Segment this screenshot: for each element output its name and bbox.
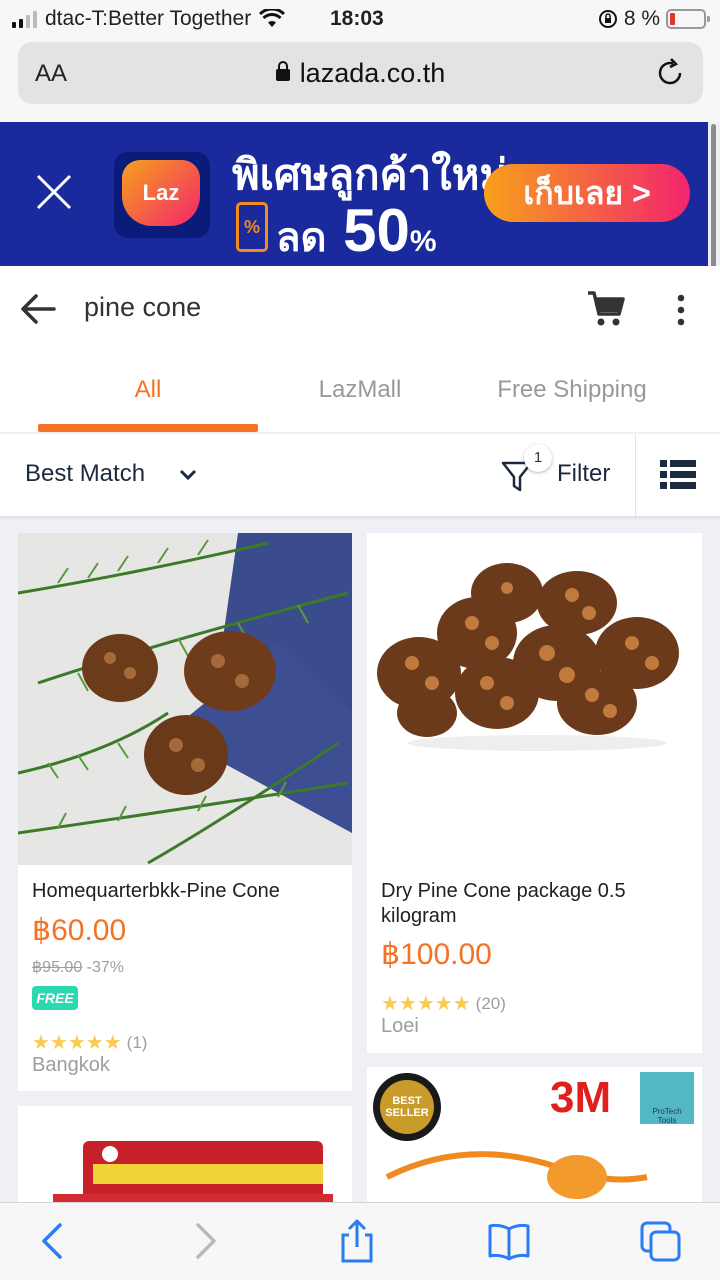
product-image[interactable]: BEST SELLER 3M ProTech Tools	[367, 1067, 701, 1207]
sort-dropdown[interactable]: Best Match	[25, 460, 145, 488]
original-price: ฿95.00 -37%	[32, 959, 125, 976]
wifi-icon	[259, 9, 286, 27]
close-icon[interactable]	[34, 172, 74, 212]
laz-logo: Laz	[114, 152, 210, 238]
seller-location: Bangkok	[32, 1054, 110, 1076]
bookmarks-icon[interactable]	[486, 1219, 532, 1263]
battery-percent: 8 %	[623, 7, 660, 30]
review-count: (20)	[475, 993, 506, 1013]
share-icon[interactable]	[334, 1219, 380, 1263]
forward-icon[interactable]	[182, 1219, 228, 1263]
store-logo: ProTech Tools	[652, 1107, 682, 1125]
product-price: ฿100.00	[381, 938, 492, 971]
seller-location: Loei	[381, 1015, 419, 1037]
result-tabs: All LazMall Free Shipping	[0, 352, 720, 432]
browser-toolbar	[0, 1202, 720, 1280]
chevron-down-icon[interactable]	[178, 468, 198, 482]
tab-free-shipping[interactable]: Free Shipping	[466, 376, 678, 404]
tab-lazmall[interactable]: LazMall	[254, 376, 466, 404]
brand-logo-3m: 3M	[550, 1073, 612, 1122]
status-right: 8 %	[598, 7, 710, 31]
tabs-icon[interactable]	[638, 1219, 684, 1263]
carrier-info: dtac-T:Better Together	[12, 7, 286, 31]
clock: 18:03	[330, 7, 384, 30]
rating-stars: ★★★★★ (1)	[32, 1032, 148, 1054]
list-view-icon[interactable]	[660, 460, 696, 490]
reload-icon[interactable]	[653, 56, 687, 90]
status-bar: dtac-T:Better Together 18:03 8 %	[0, 0, 720, 40]
cart-icon[interactable]	[586, 290, 626, 328]
free-shipping-badge: FREE	[32, 986, 78, 1010]
product-image-graphic	[367, 1067, 701, 1207]
review-count: (1)	[126, 1032, 148, 1052]
signal-icon	[12, 10, 37, 28]
search-header: pine cone	[0, 266, 720, 352]
back-arrow-icon[interactable]	[20, 292, 56, 326]
product-title[interactable]: Homequarterbkk-Pine Cone	[32, 879, 342, 904]
active-tab-indicator	[38, 424, 258, 432]
back-icon[interactable]	[30, 1219, 76, 1263]
filter-count-badge: 1	[524, 444, 552, 472]
more-options-icon[interactable]	[672, 292, 690, 328]
product-image[interactable]	[18, 533, 352, 865]
domain-text: lazada.co.th	[299, 58, 446, 88]
product-title[interactable]: Dry Pine Cone package 0.5 kilogram	[381, 879, 691, 929]
search-query[interactable]: pine cone	[84, 292, 201, 323]
seller-badge: BEST SELLER	[385, 1095, 429, 1119]
orientation-lock-icon	[598, 10, 617, 28]
coupon-icon: %	[236, 202, 268, 252]
carrier-name: dtac-T:Better Together	[45, 7, 252, 30]
promo-discount: ลด 50%	[276, 197, 437, 264]
divider	[635, 434, 636, 516]
product-card[interactable]: Homequarterbkk-Pine Cone ฿60.00 ฿95.00 -…	[18, 533, 352, 1091]
product-card[interactable]: Dry Pine Cone package 0.5 kilogram ฿100.…	[367, 533, 702, 1053]
tab-all[interactable]: All	[42, 376, 254, 404]
lock-icon	[275, 60, 290, 81]
battery-icon	[666, 9, 710, 29]
product-price: ฿60.00	[32, 914, 127, 947]
sort-filter-bar: Best Match 1 Filter	[0, 434, 720, 516]
browser-address-area: AA lazada.co.th	[0, 40, 720, 122]
address-bar[interactable]: AA lazada.co.th	[18, 42, 703, 104]
filter-button[interactable]: Filter	[557, 460, 610, 488]
product-image[interactable]	[367, 533, 701, 865]
promo-banner[interactable]: Laz พิเศษลูกค้าใหม่ % ลด 50% เก็บเลย >	[0, 122, 708, 266]
rating-stars: ★★★★★ (20)	[381, 993, 506, 1015]
collect-button[interactable]: เก็บเลย >	[484, 164, 690, 222]
url-display[interactable]: lazada.co.th	[18, 58, 703, 89]
